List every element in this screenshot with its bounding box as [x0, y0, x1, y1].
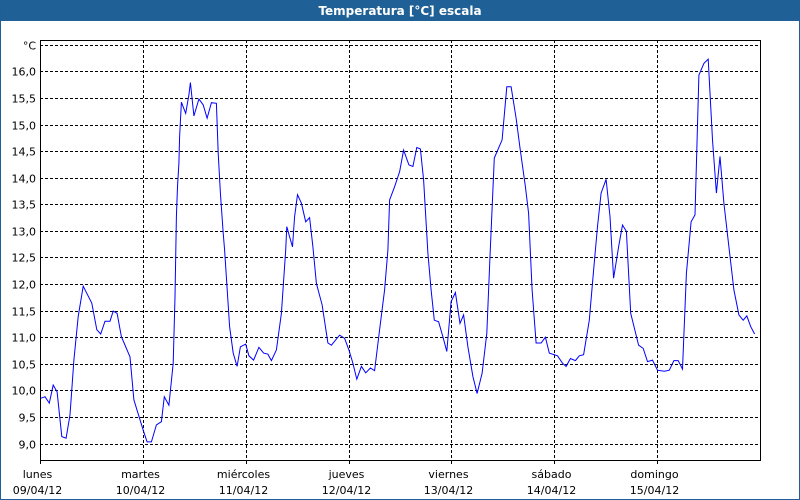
y-tick-label: 10,5 — [12, 359, 37, 372]
x-tick-day-label: sábado — [532, 468, 572, 481]
temperature-chart: 9,0 9,5 10,0 10,5 11,0 11,5 12,0 12,5 13,0 13,5 14… — [12, 40, 761, 497]
x-tick-day-label: jueves — [328, 468, 365, 481]
y-tick-label: 12,5 — [12, 252, 37, 265]
y-tick-label: 16,0 — [12, 66, 37, 79]
x-tick-date-label: 11/04/12 — [219, 484, 268, 497]
y-axis-unit-label: °C — [23, 40, 37, 53]
x-tick-day-label: martes — [121, 468, 160, 481]
x-tick-date-label: 13/04/12 — [424, 484, 473, 497]
y-tick-label: 11,0 — [12, 332, 37, 345]
x-tick-day-label: miércoles — [217, 468, 270, 481]
y-tick-label: 9,5 — [19, 412, 37, 425]
y-tick-label: 10,0 — [12, 385, 37, 398]
x-tick-date-label: 14/04/12 — [527, 484, 576, 497]
y-tick-label: 13,0 — [12, 226, 37, 239]
x-tick-date-label: 12/04/12 — [322, 484, 371, 497]
x-tick-day-label: domingo — [630, 468, 678, 481]
y-tick-label: 15,5 — [12, 93, 37, 106]
x-tick-day-label: lunes — [23, 468, 53, 481]
x-tick-date-label: 15/04/12 — [630, 484, 679, 497]
x-tick-day-label: viernes — [428, 468, 468, 481]
x-tick-date-label: 09/04/12 — [13, 484, 62, 497]
y-tick-label: 12,0 — [12, 279, 37, 292]
y-tick-label: 14,5 — [12, 146, 37, 159]
y-tick-label: 11,5 — [12, 306, 37, 319]
temperature-series-line — [40, 57, 756, 443]
y-tick-label: 15,0 — [12, 120, 37, 133]
y-tick-label: 14,0 — [12, 173, 37, 186]
plot-frame — [40, 40, 761, 461]
y-tick-label: 13,5 — [12, 199, 37, 212]
x-tick-date-label: 10/04/12 — [116, 484, 165, 497]
y-tick-label: 9,0 — [19, 439, 37, 452]
